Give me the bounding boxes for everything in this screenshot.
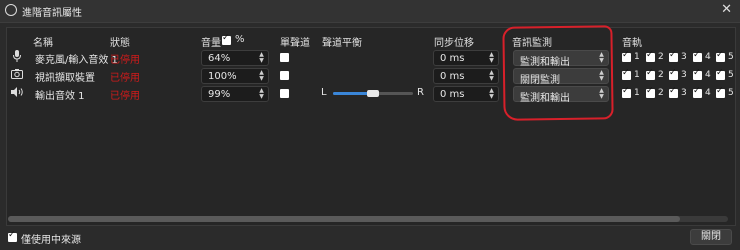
track-label: 3: [681, 70, 687, 80]
mono-checkbox[interactable]: [280, 53, 289, 62]
track-label: 2: [658, 52, 664, 62]
header-name: 名稱: [33, 38, 53, 49]
track-checkbox-2[interactable]: [646, 86, 655, 98]
source-status: 已停用: [110, 91, 140, 102]
spin-arrows-icon[interactable]: ▲ ▼: [257, 52, 266, 64]
header-volume: 音量: [201, 38, 221, 49]
track-label: 3: [681, 52, 687, 62]
track-checkbox-2[interactable]: [646, 68, 655, 80]
source-status: 已停用: [110, 55, 140, 66]
volume-spinbox[interactable]: 100% ▲ ▼: [201, 68, 269, 84]
balance-left-label: L: [321, 87, 327, 98]
header-status: 狀態: [110, 38, 130, 49]
balance-right-label: R: [417, 87, 424, 98]
spin-arrows-icon[interactable]: ▲ ▼: [257, 88, 266, 100]
track-label: 3: [681, 88, 687, 98]
track-checkbox-4[interactable]: [693, 86, 702, 98]
track-checkbox-3[interactable]: [669, 86, 678, 98]
spin-arrows-icon[interactable]: ▲ ▼: [257, 70, 266, 82]
sync-offset-spinbox[interactable]: 0 ms ▲ ▼: [433, 86, 499, 102]
volume-percent-checkbox[interactable]: [222, 33, 231, 45]
source-name: 麥克風/輸入音效 1: [35, 55, 118, 66]
speaker-icon: [11, 87, 23, 97]
track-checkbox-4[interactable]: [693, 68, 702, 80]
active-only-checkbox[interactable]: [8, 230, 17, 242]
sync-offset-spinbox[interactable]: 0 ms ▲ ▼: [433, 50, 499, 66]
mono-checkbox[interactable]: [280, 71, 289, 80]
microphone-icon: [13, 50, 21, 62]
horizontal-scrollbar[interactable]: [8, 216, 728, 222]
red-annotation-outline: [502, 25, 614, 121]
track-label: 2: [658, 70, 664, 80]
track-checkbox-3[interactable]: [669, 68, 678, 80]
scrollbar-thumb[interactable]: [8, 216, 680, 222]
close-icon[interactable]: ✕: [721, 2, 732, 17]
track-label: 2: [658, 88, 664, 98]
source-status: 已停用: [110, 73, 140, 84]
obs-logo-icon: [5, 4, 17, 16]
header-tracks: 音軌: [622, 38, 642, 49]
close-button[interactable]: 關閉: [690, 229, 732, 245]
spin-arrows-icon[interactable]: ▲ ▼: [487, 70, 496, 82]
track-label: 1: [634, 52, 640, 62]
header-mono: 單聲道: [280, 38, 310, 49]
track-checkbox-4[interactable]: [693, 50, 702, 62]
mono-checkbox[interactable]: [280, 89, 289, 98]
track-label: 1: [634, 88, 640, 98]
volume-spinbox[interactable]: 64% ▲ ▼: [201, 50, 269, 66]
window-title: 進階音訊屬性: [22, 8, 82, 19]
track-label: 4: [705, 70, 711, 80]
camera-icon: [11, 69, 23, 79]
track-label: 5: [728, 88, 734, 98]
track-checkbox-5[interactable]: [716, 86, 725, 98]
track-label: 5: [728, 52, 734, 62]
track-label: 1: [634, 70, 640, 80]
header-sync-offset: 同步位移: [434, 38, 474, 49]
track-checkbox-5[interactable]: [716, 50, 725, 62]
track-label: 5: [728, 70, 734, 80]
spin-arrows-icon[interactable]: ▲ ▼: [487, 88, 496, 100]
balance-slider-thumb[interactable]: [367, 90, 379, 97]
track-checkbox-2[interactable]: [646, 50, 655, 62]
track-checkbox-1[interactable]: [622, 86, 631, 98]
header-percent: %: [235, 34, 245, 45]
source-name: 輸出音效 1: [35, 91, 85, 102]
track-label: 4: [705, 88, 711, 98]
spin-arrows-icon[interactable]: ▲ ▼: [487, 52, 496, 64]
source-name: 視訊擷取裝置: [35, 73, 95, 84]
track-checkbox-5[interactable]: [716, 68, 725, 80]
track-checkbox-3[interactable]: [669, 50, 678, 62]
title-bar: 進階音訊屬性 ✕: [0, 0, 740, 23]
track-checkbox-1[interactable]: [622, 50, 631, 62]
active-only-label: 僅使用中來源: [21, 235, 81, 246]
sync-offset-spinbox[interactable]: 0 ms ▲ ▼: [433, 68, 499, 84]
track-label: 4: [705, 52, 711, 62]
track-checkbox-1[interactable]: [622, 68, 631, 80]
header-balance: 聲道平衡: [322, 38, 362, 49]
volume-spinbox[interactable]: 99% ▲ ▼: [201, 86, 269, 102]
